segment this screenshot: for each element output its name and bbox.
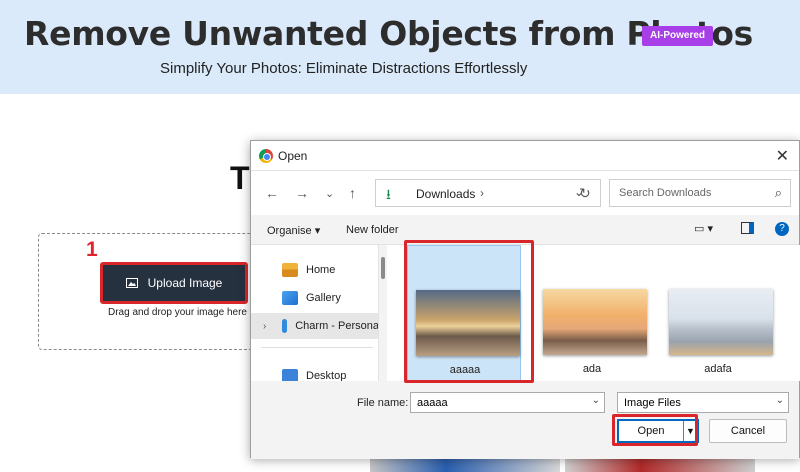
file-thumbnail (543, 289, 647, 355)
new-folder-button[interactable]: New folder (346, 224, 399, 236)
search-placeholder: Search Downloads (619, 187, 712, 199)
upload-image-label: Upload Image (147, 276, 223, 290)
cancel-button[interactable]: Cancel (709, 419, 787, 443)
sidebar-item-label: Home (306, 264, 336, 276)
desktop-icon (282, 369, 298, 381)
file-name-value: aaaaa (417, 397, 448, 409)
file-name-label: File name: (357, 397, 409, 409)
sidebar-item-home[interactable]: Home (251, 257, 378, 283)
preview-pane-icon[interactable] (741, 222, 754, 234)
cloud-icon (282, 319, 288, 333)
address-bar[interactable]: ⭳ Downloads › ⌄ (375, 179, 601, 207)
chevron-down-icon[interactable]: ⌄ (776, 395, 784, 406)
highlight-box-open (612, 414, 698, 446)
sidebar-item-label: Gallery (306, 292, 341, 304)
page-banner: Remove Unwanted Objects from Photos AI-P… (0, 0, 800, 94)
chevron-down-icon[interactable]: ⌄ (592, 395, 600, 406)
search-downloads-input[interactable]: Search Downloads ⌕ (609, 179, 791, 207)
file-item[interactable]: adafa (661, 245, 775, 381)
refresh-icon[interactable]: ↻ (579, 185, 591, 202)
upload-image-button[interactable]: Upload Image (100, 262, 248, 304)
background-image-strip (565, 458, 755, 472)
back-arrow-icon[interactable]: ← (265, 185, 279, 201)
file-name: ada (582, 363, 602, 375)
section-heading: T (230, 160, 250, 196)
organise-label: Organise (267, 225, 312, 237)
highlight-box-file (404, 240, 534, 383)
sidebar-item-label: Charm - Persona (295, 320, 379, 332)
dialog-navbar: ← → ⌄ ↑ ⭳ Downloads › ⌄ ↻ Search Downloa… (251, 171, 799, 215)
sidebar-divider (261, 347, 373, 348)
file-thumbnail (669, 289, 773, 355)
search-icon: ⌕ (774, 185, 782, 200)
dialog-titlebar: Open ✕ (251, 141, 799, 171)
up-arrow-icon[interactable]: ↑ (349, 185, 356, 201)
help-icon[interactable]: ? (775, 222, 789, 236)
forward-arrow-icon[interactable]: → (295, 185, 309, 201)
file-item[interactable]: ada (535, 245, 649, 381)
sidebar-item-gallery[interactable]: Gallery (251, 285, 378, 311)
home-icon (282, 263, 298, 277)
ai-powered-badge: AI-Powered (642, 26, 714, 46)
chevron-right-icon: › (480, 186, 484, 200)
file-type-value: Image Files (624, 397, 681, 409)
chrome-icon (259, 149, 273, 163)
navigation-pane: Home Gallery › Charm - Persona Desktop (251, 245, 379, 381)
scrollbar-thumb[interactable] (381, 257, 385, 279)
dialog-footer: File name: aaaaa ⌄ Image Files ⌄ Open ▼ … (251, 381, 799, 459)
sidebar-item-charm[interactable]: › Charm - Persona (251, 313, 379, 339)
download-icon: ⭳ (386, 186, 391, 202)
address-location: Downloads (416, 187, 476, 201)
file-name-input[interactable]: aaaaa ⌄ (410, 392, 605, 413)
chevron-right-icon: › (263, 320, 267, 332)
gallery-icon (282, 291, 298, 305)
file-type-select[interactable]: Image Files ⌄ (617, 392, 789, 413)
sidebar-scrollbar[interactable] (379, 245, 387, 381)
chevron-down-icon[interactable]: ⌄ (325, 187, 334, 200)
step-number-1: 1 (86, 238, 98, 261)
dialog-title: Open (278, 149, 308, 163)
close-icon[interactable]: ✕ (776, 146, 789, 166)
background-image-strip (370, 458, 560, 472)
drag-drop-hint: Drag and drop your image here (108, 307, 247, 318)
sidebar-item-desktop[interactable]: Desktop (251, 363, 378, 381)
page-subtitle: Simplify Your Photos: Eliminate Distract… (160, 60, 528, 77)
organise-menu[interactable]: Organise ▾ (267, 224, 320, 237)
image-icon (125, 278, 138, 288)
sidebar-item-label: Desktop (306, 370, 347, 381)
view-mode-icon[interactable]: ▭ ▾ (694, 222, 713, 235)
file-name: adafa (704, 363, 732, 375)
